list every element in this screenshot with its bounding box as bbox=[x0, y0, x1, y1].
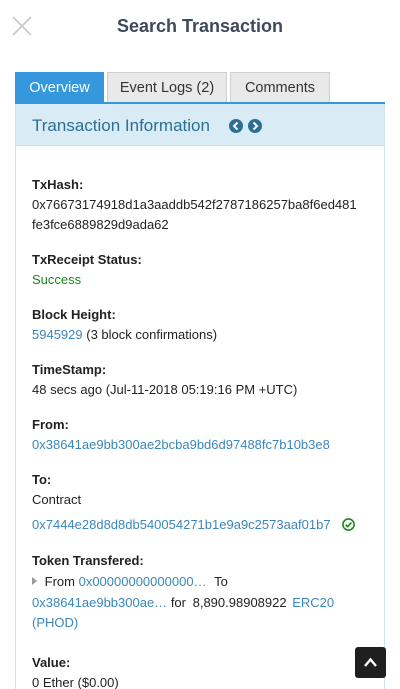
block-height-link[interactable]: 5945929 bbox=[32, 327, 83, 342]
token-symbol-link[interactable]: (PHOD) bbox=[32, 613, 377, 633]
token-for-word: for bbox=[170, 595, 186, 610]
timestamp-value: 48 secs ago (Jul-11-2018 05:19:16 PM +UT… bbox=[32, 382, 298, 397]
from-address-link[interactable]: 0x38641ae9bb300ae2bcba9bd6d97488fc7b10b3… bbox=[32, 435, 377, 455]
from-field: From: 0x38641ae9bb300ae2bcba9bd6d97488fc… bbox=[32, 415, 377, 455]
token-name-link[interactable]: ERC20 bbox=[292, 595, 334, 610]
txhash-field: TxHash: 0x76673174918d1a3aaddb542f278718… bbox=[32, 175, 377, 235]
top-bar: Search Transaction bbox=[0, 0, 400, 52]
value-amount: 0 Ether ($0.00) bbox=[32, 675, 119, 689]
to-field: To: Contract 0x7444e28d8d8db540054271b1e… bbox=[32, 470, 377, 535]
token-amount: 8,890.98908922 bbox=[192, 595, 287, 610]
txhash-value-line1: 0x76673174918d1a3aaddb542f2787186257ba8f… bbox=[32, 197, 357, 212]
tab-overview[interactable]: Overview bbox=[15, 72, 104, 103]
prev-transaction-button[interactable] bbox=[229, 119, 243, 133]
token-from-address-link[interactable]: 0x00000000000000… bbox=[79, 574, 207, 589]
to-address-link[interactable]: 0x7444e28d8d8db540054271b1e9a9c2573aaf01… bbox=[32, 517, 331, 532]
timestamp-label: TimeStamp: bbox=[32, 362, 107, 377]
token-to-word: To bbox=[214, 574, 228, 589]
timestamp-field: TimeStamp: 48 secs ago (Jul-11-2018 05:1… bbox=[32, 360, 377, 400]
chevron-up-icon bbox=[364, 657, 377, 667]
page-title: Search Transaction bbox=[116, 16, 284, 36]
from-label: From: bbox=[32, 417, 69, 432]
receipt-status-field: TxReceipt Status: Success bbox=[32, 250, 377, 290]
next-transaction-button[interactable] bbox=[248, 119, 262, 133]
tab-event-logs[interactable]: Event Logs (2) bbox=[107, 72, 227, 103]
token-transfer-field: Token Transfered: From 0x00000000000000…… bbox=[32, 551, 377, 633]
token-from-word: From bbox=[44, 574, 75, 589]
txhash-label: TxHash: bbox=[32, 177, 84, 192]
receipt-status-label: TxReceipt Status: bbox=[32, 252, 142, 267]
chevron-left-circle-icon bbox=[232, 121, 239, 131]
block-height-label: Block Height: bbox=[32, 307, 116, 322]
panel-header: Transaction Information bbox=[16, 104, 384, 146]
value-label: Value: bbox=[32, 655, 71, 670]
txhash-value-line2: fe3fce6889829d9ada62 bbox=[32, 217, 169, 232]
to-type: Contract bbox=[32, 492, 82, 507]
verified-check-icon bbox=[342, 518, 356, 531]
token-transfer-label: Token Transfered: bbox=[32, 553, 144, 568]
scroll-top-button[interactable] bbox=[355, 647, 386, 678]
chevron-right-circle-icon bbox=[252, 121, 259, 131]
to-label: To: bbox=[32, 472, 52, 487]
panel-title: Transaction Information bbox=[32, 116, 210, 135]
tab-comments[interactable]: Comments bbox=[230, 72, 330, 103]
value-field: Value: 0 Ether ($0.00) bbox=[32, 653, 377, 689]
receipt-status-value: Success bbox=[32, 272, 82, 287]
caret-right-icon bbox=[32, 577, 37, 585]
token-to-address-link[interactable]: 0x38641ae9bb300ae… bbox=[32, 595, 167, 610]
block-confirmations: (3 block confirmations) bbox=[86, 327, 218, 342]
tab-bar: Overview Event Logs (2) Comments bbox=[15, 72, 385, 103]
block-height-field: Block Height: 5945929 (3 block confirmat… bbox=[32, 305, 377, 345]
